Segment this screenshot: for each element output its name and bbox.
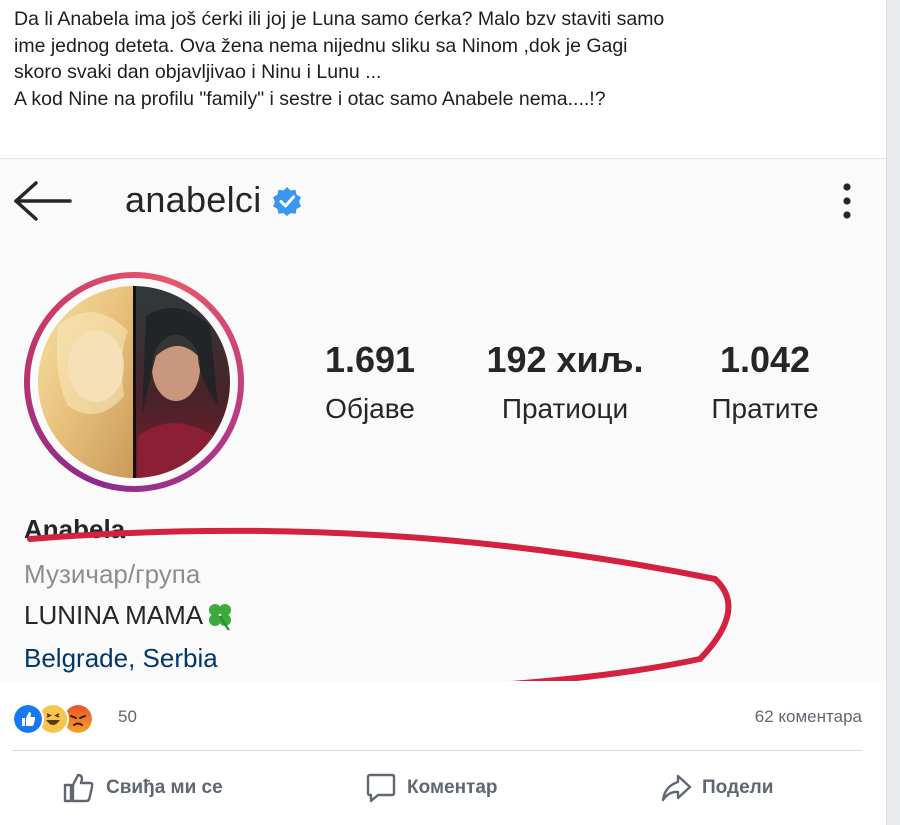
thumbs-up-icon [63, 773, 94, 803]
stat-posts[interactable]: 1.691 Објаве [300, 339, 440, 425]
stat-following[interactable]: 1.042 Пратите [685, 339, 845, 425]
facebook-post: Da li Anabela ima još ćerki ili joj je L… [0, 0, 887, 825]
comment-button-label: Коментар [407, 777, 498, 798]
profile-bio: LUNINA MAMA [24, 600, 235, 631]
stat-followers[interactable]: 192 хиљ. Пратиоци [460, 339, 670, 425]
verified-badge-icon [272, 187, 301, 216]
comment-icon [366, 773, 396, 803]
profile-bio-text: LUNINA MAMA [24, 600, 204, 630]
post-text-line: skoro svaki dan objavljivao i Ninu i Lun… [14, 61, 382, 83]
comment-button[interactable]: Коментар [365, 772, 498, 804]
more-options-icon[interactable] [832, 181, 862, 221]
reaction-icons[interactable] [12, 703, 94, 735]
reactions-bar: 50 62 коментара [0, 688, 886, 744]
post-text-line: ime jednog deteta. Ova žena nema nijednu… [14, 34, 628, 57]
share-button[interactable]: Подели [660, 772, 773, 804]
stat-posts-label: Објаве [325, 393, 415, 424]
comments-count-link[interactable]: 62 коментара [755, 707, 862, 727]
stat-followers-value: 192 хиљ. [486, 339, 644, 380]
avatar [38, 286, 230, 478]
instagram-screenshot-image[interactable]: anabelci 1.691 Објаве 192 хиљ. Пратиоци … [0, 158, 886, 681]
stat-followers-label: Пратиоци [501, 393, 629, 424]
like-button[interactable]: Свиђа ми се [62, 772, 223, 804]
post-actions: Свиђа ми се Коментар Подели [0, 752, 886, 825]
like-button-label: Свиђа ми се [106, 777, 223, 798]
profile-category: Музичар/група [24, 559, 201, 589]
post-text-line: Da li Anabela ima još ćerki ili joj je L… [14, 8, 665, 30]
like-reaction-icon [12, 703, 44, 735]
profile-location-link[interactable]: Belgrade, Serbia [24, 643, 218, 674]
divider [12, 750, 862, 751]
clover-emoji-icon [209, 603, 232, 631]
stat-following-label: Пратите [711, 393, 819, 424]
share-button-label: Подели [702, 777, 774, 798]
post-text: Da li Anabela ima još ćerki ili joj je L… [14, 6, 874, 112]
stat-following-value: 1.042 [719, 339, 811, 380]
username-row: anabelci [125, 179, 302, 221]
reaction-count[interactable]: 50 [118, 707, 137, 727]
avatar-story-ring[interactable] [24, 272, 244, 492]
page-gutter [887, 0, 900, 825]
post-text-line: A kod Nine na profilu "family" i sestre … [14, 87, 606, 110]
share-icon [661, 774, 692, 802]
profile-username: anabelci [125, 179, 262, 220]
stat-posts-value: 1.691 [324, 339, 416, 380]
profile-display-name: Anabela [24, 514, 126, 544]
back-arrow-icon [14, 181, 72, 221]
instagram-header: anabelci [0, 159, 886, 245]
